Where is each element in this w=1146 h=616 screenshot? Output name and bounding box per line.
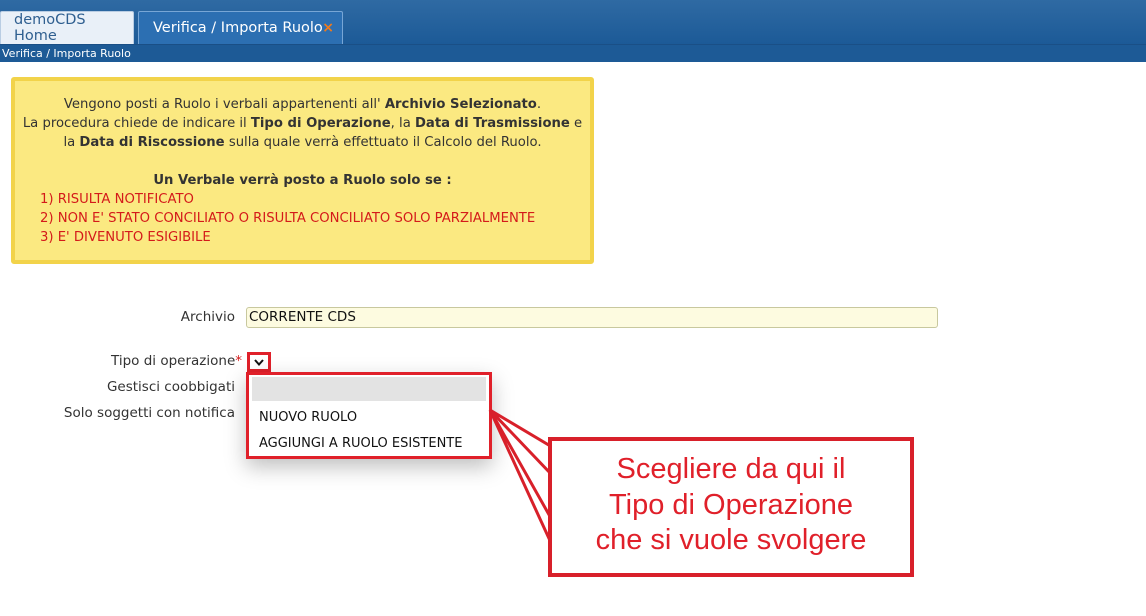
callout-box: Scegliere da qui il Tipo di Operazione c…: [548, 437, 914, 577]
dropdown-option-empty[interactable]: [252, 377, 486, 401]
info-line-3: la Data di Riscossione sulla quale verrà…: [63, 135, 542, 150]
info-rule: 1) RISULTA NOTIFICATO: [40, 192, 194, 207]
tab-label: demoCDS Home: [14, 12, 86, 44]
info-line-2: La procedura chiede de indicare il Tipo …: [22, 116, 583, 131]
tipo-operazione-label: Tipo di operazione*: [111, 353, 242, 369]
solo-soggetti-notifica-label: Solo soggetti con notifica: [63, 405, 235, 421]
tipo-operazione-select[interactable]: [247, 352, 271, 372]
tipo-operazione-dropdown: NUOVO RUOLO AGGIUNGI A RUOLO ESISTENTE: [246, 372, 492, 459]
info-line-1: Vengono posti a Ruolo i verbali apparten…: [63, 97, 542, 112]
tab-label: Verifica / Importa Ruolo: [153, 20, 323, 36]
callout-line: Scegliere da qui il: [616, 453, 846, 485]
dropdown-option-aggiungi-ruolo[interactable]: AGGIUNGI A RUOLO ESISTENTE: [249, 436, 489, 451]
archivio-label: Archivio: [180, 309, 235, 325]
callout-line: che si vuole svolgere: [595, 524, 867, 556]
chevron-down-icon: [254, 358, 264, 366]
breadcrumb: Verifica / Importa Ruolo: [0, 45, 1146, 62]
info-rule: 3) E' DIVENUTO ESIGIBILE: [40, 230, 211, 245]
tab-verifica-importa-ruolo[interactable]: Verifica / Importa Ruolo ×: [138, 11, 343, 44]
callout-line: Tipo di Operazione: [609, 488, 853, 521]
info-rule: 2) NON E' STATO CONCILIATO O RISULTA CON…: [40, 211, 536, 226]
gestisci-coobbligati-label: Gestisci coobbigati: [106, 379, 235, 395]
info-box: Vengono posti a Ruolo i verbali apparten…: [11, 77, 594, 264]
close-icon[interactable]: ×: [322, 20, 334, 36]
info-heading: Un Verbale verrà posto a Ruolo solo se :: [153, 173, 452, 188]
tab-bar: demoCDS Home Verifica / Importa Ruolo ×: [0, 0, 1146, 45]
archivio-field[interactable]: CORRENTE CDS: [246, 307, 938, 328]
required-mark: *: [235, 353, 242, 369]
tab-democds-home[interactable]: demoCDS Home: [0, 11, 134, 44]
dropdown-option-nuovo-ruolo[interactable]: NUOVO RUOLO: [249, 410, 489, 425]
